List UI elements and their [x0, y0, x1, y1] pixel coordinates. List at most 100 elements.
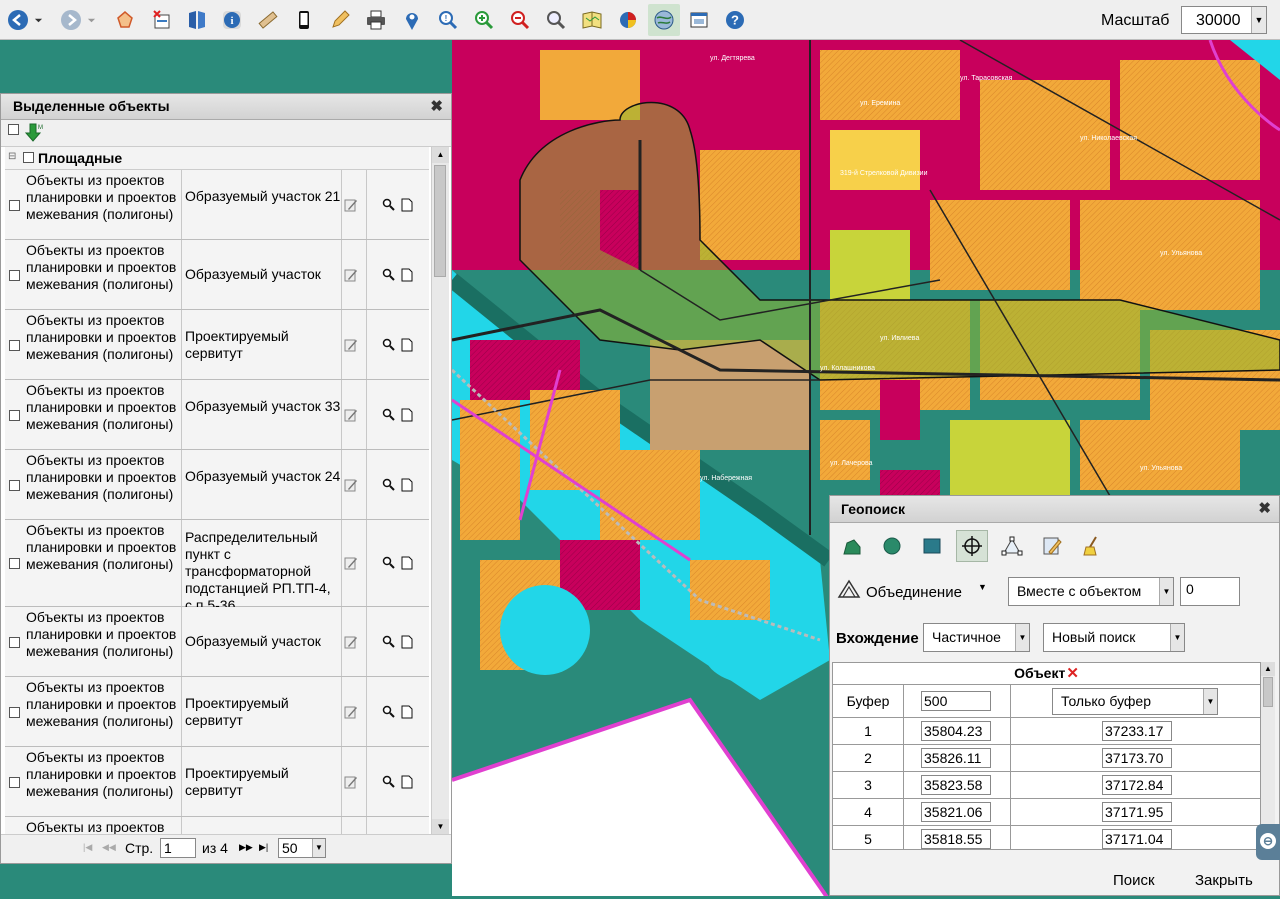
- close-icon[interactable]: ✖: [430, 97, 443, 115]
- circle-tool-icon[interactable]: [876, 530, 908, 562]
- chevron-down-icon[interactable]: ▼: [1203, 689, 1217, 714]
- table-row[interactable]: Объекты из проектов планировки и проекто…: [5, 240, 429, 310]
- document-icon[interactable]: [401, 338, 413, 355]
- zoom-extent-icon[interactable]: !: [435, 7, 461, 33]
- coord-x-input[interactable]: 35818.55: [921, 829, 991, 849]
- coord-x-input[interactable]: 35804.23: [921, 721, 991, 741]
- back-icon[interactable]: [5, 7, 31, 33]
- window-icon[interactable]: [686, 7, 712, 33]
- table-row[interactable]: Объекты из проектов планировки и проекто…: [5, 310, 429, 380]
- geosearch-icon[interactable]: [648, 4, 680, 36]
- vertex-tool-icon[interactable]: [996, 530, 1028, 562]
- table-row[interactable]: Объекты из проектов планировки и проекто…: [5, 677, 429, 747]
- scroll-up-icon[interactable]: ▲: [432, 147, 449, 163]
- forward-icon[interactable]: [58, 7, 84, 33]
- document-icon[interactable]: [401, 478, 413, 495]
- print-icon[interactable]: [363, 7, 389, 33]
- chevron-down-icon[interactable]: ▼: [1159, 578, 1173, 605]
- table-row[interactable]: Объекты из проектов планировки и проекто…: [5, 380, 429, 450]
- edit-icon[interactable]: [344, 705, 358, 722]
- edit-icon[interactable]: [344, 408, 358, 425]
- document-icon[interactable]: [401, 408, 413, 425]
- list-scrollbar[interactable]: ▲ ▼: [431, 147, 449, 835]
- next-page-icon[interactable]: ▶▶: [239, 842, 253, 853]
- coord-y-input[interactable]: 37172.84: [1102, 775, 1172, 795]
- chevron-down-icon[interactable]: ▼: [1251, 7, 1266, 33]
- export-icon[interactable]: M: [24, 123, 43, 146]
- buffer-input[interactable]: 500: [921, 691, 991, 711]
- edit-icon[interactable]: [344, 338, 358, 355]
- union-icon[interactable]: [836, 578, 862, 603]
- mode-value-input[interactable]: 0: [1180, 577, 1240, 606]
- page-input[interactable]: 1: [160, 838, 196, 858]
- chevron-down-icon[interactable]: ▼: [1170, 624, 1184, 651]
- map-book-icon[interactable]: [579, 7, 605, 33]
- edit-icon[interactable]: [344, 635, 358, 652]
- table-row[interactable]: Объекты из проектов планировки и проекто…: [5, 450, 429, 520]
- close-button[interactable]: Закрыть: [1195, 872, 1253, 889]
- coord-y-input[interactable]: 37171.04: [1102, 829, 1172, 849]
- broom-icon[interactable]: [1076, 530, 1108, 562]
- prev-page-icon[interactable]: ◀◀: [102, 842, 116, 853]
- document-icon[interactable]: [401, 635, 413, 652]
- edit-icon[interactable]: [344, 268, 358, 285]
- edit-sheet-icon[interactable]: [1036, 530, 1068, 562]
- coord-x-input[interactable]: 35823.58: [921, 775, 991, 795]
- zoom-to-icon[interactable]: [382, 198, 395, 214]
- document-icon[interactable]: [401, 268, 413, 285]
- mode-select[interactable]: Вместе с объектом ▼: [1008, 577, 1174, 606]
- zoom-to-icon[interactable]: [382, 478, 395, 494]
- row-checkbox[interactable]: [9, 777, 20, 788]
- row-checkbox[interactable]: [9, 480, 20, 491]
- table-row[interactable]: Объекты из проектов планировки и проекто…: [5, 817, 429, 835]
- group-header[interactable]: ⊟ Площадные: [5, 147, 429, 170]
- edit-icon[interactable]: [344, 775, 358, 792]
- group-checkbox[interactable]: [23, 152, 34, 163]
- table-row[interactable]: Объекты из проектов планировки и проекто…: [5, 520, 429, 613]
- zoom-to-icon[interactable]: [382, 775, 395, 791]
- edit-icon[interactable]: [344, 198, 358, 215]
- scrollbar-thumb[interactable]: [434, 165, 446, 277]
- chevron-down-icon[interactable]: ▼: [1015, 624, 1029, 651]
- back-dropdown-icon[interactable]: [31, 7, 45, 33]
- document-icon[interactable]: [401, 775, 413, 792]
- scroll-up-icon[interactable]: ▲: [1261, 662, 1275, 676]
- coord-y-input[interactable]: 37233.17: [1102, 721, 1172, 741]
- coord-x-input[interactable]: 35821.06: [921, 802, 991, 822]
- pencil-icon[interactable]: [327, 7, 353, 33]
- document-icon[interactable]: [401, 705, 413, 722]
- per-page-select[interactable]: 50 ▼: [278, 838, 326, 858]
- collapse-icon[interactable]: ⊟: [8, 151, 16, 162]
- edit-icon[interactable]: [344, 478, 358, 495]
- pie-chart-icon[interactable]: [615, 7, 641, 33]
- table-row[interactable]: Объекты из проектов планировки и проекто…: [5, 170, 429, 240]
- side-panel-handle[interactable]: ⊖: [1256, 824, 1280, 860]
- table-row[interactable]: Объекты из проектов планировки и проекто…: [5, 747, 429, 817]
- row-checkbox[interactable]: [9, 707, 20, 718]
- row-checkbox[interactable]: [9, 637, 20, 648]
- mobile-icon[interactable]: [291, 7, 317, 33]
- zoom-out-icon[interactable]: [507, 7, 533, 33]
- zoom-in-icon[interactable]: [471, 7, 497, 33]
- row-checkbox[interactable]: [9, 558, 20, 569]
- coord-y-input[interactable]: 37173.70: [1102, 748, 1172, 768]
- object-select-tool-icon[interactable]: [956, 530, 988, 562]
- expand-icon[interactable]: ⊖: [1260, 833, 1276, 849]
- rectangle-tool-icon[interactable]: [916, 530, 948, 562]
- last-page-icon[interactable]: ▶|: [259, 842, 268, 853]
- union-dropdown-icon[interactable]: ▼: [978, 582, 987, 592]
- zoom-to-icon[interactable]: [382, 556, 395, 572]
- first-page-icon[interactable]: |◀: [83, 842, 92, 853]
- forward-dropdown-icon[interactable]: [84, 7, 98, 33]
- buffer-mode-select[interactable]: Только буфер ▼: [1052, 688, 1218, 715]
- document-icon[interactable]: [401, 198, 413, 215]
- document-icon[interactable]: [401, 556, 413, 573]
- row-checkbox[interactable]: [9, 200, 20, 211]
- row-checkbox[interactable]: [9, 410, 20, 421]
- coord-x-input[interactable]: 35826.11: [921, 748, 991, 768]
- pin-icon[interactable]: [399, 7, 425, 33]
- edit-icon[interactable]: [344, 556, 358, 573]
- table-row[interactable]: Объекты из проектов планировки и проекто…: [5, 607, 429, 677]
- chevron-down-icon[interactable]: ▼: [312, 839, 325, 857]
- scale-select[interactable]: 30000 ▼: [1181, 6, 1267, 34]
